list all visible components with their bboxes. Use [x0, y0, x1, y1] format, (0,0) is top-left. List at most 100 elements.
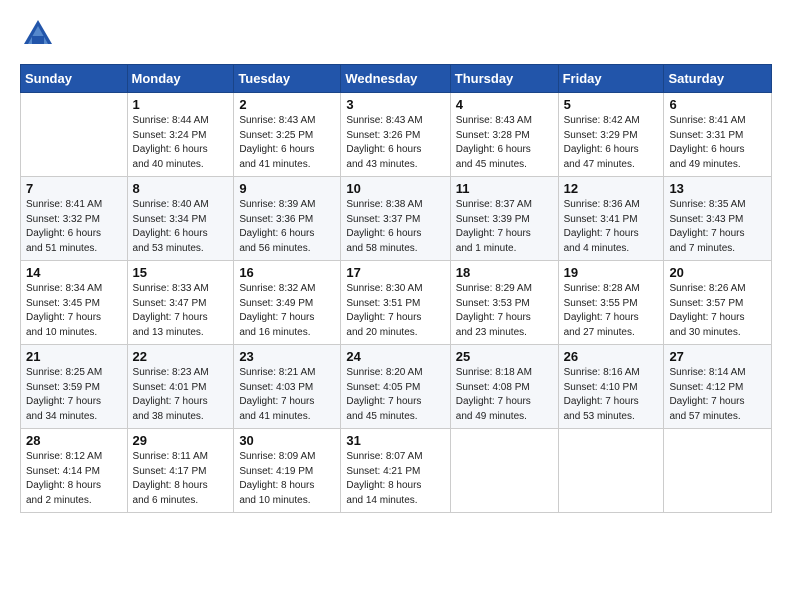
calendar-week-row: 7 Sunrise: 8:41 AM Sunset: 3:32 PM Daylig… — [21, 177, 772, 261]
day-number: 4 — [456, 97, 553, 112]
day-info: Sunrise: 8:07 AM Sunset: 4:21 PM Dayligh… — [346, 450, 444, 508]
calendar-week-row: 1Sunrise: 8:44 AM Sunset: 3:24 PM Daylig… — [21, 93, 772, 177]
day-info: Sunrise: 8:40 AM Sunset: 3:34 PM Dayligh… — [133, 198, 229, 256]
calendar-cell: 16 Sunrise: 8:32 AM Sunset: 3:49 PM Dayli… — [234, 261, 341, 345]
calendar-cell: 26 Sunrise: 8:16 AM Sunset: 4:10 PM Dayli… — [558, 345, 664, 429]
day-info: Sunrise: 8:44 AM Sunset: 3:24 PM Dayligh… — [133, 114, 229, 172]
header — [20, 16, 772, 52]
calendar-cell: 7 Sunrise: 8:41 AM Sunset: 3:32 PM Daylig… — [21, 177, 128, 261]
calendar-cell — [558, 429, 664, 513]
calendar-cell: 4 Sunrise: 8:43 AM Sunset: 3:28 PM Daylig… — [450, 93, 558, 177]
day-info: Sunrise: 8:16 AM Sunset: 4:10 PM Dayligh… — [564, 366, 659, 424]
day-info: Sunrise: 8:34 AM Sunset: 3:45 PM Dayligh… — [26, 282, 122, 340]
day-number: 14 — [26, 265, 122, 280]
calendar-cell: 30Sunrise: 8:09 AM Sunset: 4:19 PM Dayli… — [234, 429, 341, 513]
calendar-table: SundayMondayTuesdayWednesdayThursdayFrid… — [20, 64, 772, 513]
calendar-header-row: SundayMondayTuesdayWednesdayThursdayFrid… — [21, 65, 772, 93]
day-info: Sunrise: 8:39 AM Sunset: 3:36 PM Dayligh… — [239, 198, 335, 256]
day-info: Sunrise: 8:37 AM Sunset: 3:39 PM Dayligh… — [456, 198, 553, 256]
day-info: Sunrise: 8:26 AM Sunset: 3:57 PM Dayligh… — [669, 282, 766, 340]
day-info: Sunrise: 8:32 AM Sunset: 3:49 PM Dayligh… — [239, 282, 335, 340]
day-number: 13 — [669, 181, 766, 196]
day-number: 29 — [133, 433, 229, 448]
logo — [20, 16, 60, 52]
day-info: Sunrise: 8:14 AM Sunset: 4:12 PM Dayligh… — [669, 366, 766, 424]
day-number: 11 — [456, 181, 553, 196]
day-info: Sunrise: 8:43 AM Sunset: 3:25 PM Dayligh… — [239, 114, 335, 172]
day-number: 6 — [669, 97, 766, 112]
calendar-cell: 20 Sunrise: 8:26 AM Sunset: 3:57 PM Dayli… — [664, 261, 772, 345]
day-number: 24 — [346, 349, 444, 364]
day-number: 16 — [239, 265, 335, 280]
day-number: 27 — [669, 349, 766, 364]
weekday-header: Sunday — [21, 65, 128, 93]
logo-icon — [20, 16, 56, 52]
calendar-cell: 15Sunrise: 8:33 AM Sunset: 3:47 PM Dayli… — [127, 261, 234, 345]
calendar-cell: 29 Sunrise: 8:11 AM Sunset: 4:17 PM Dayli… — [127, 429, 234, 513]
day-info: Sunrise: 8:41 AM Sunset: 3:31 PM Dayligh… — [669, 114, 766, 172]
calendar-cell: 1Sunrise: 8:44 AM Sunset: 3:24 PM Daylig… — [127, 93, 234, 177]
day-info: Sunrise: 8:41 AM Sunset: 3:32 PM Dayligh… — [26, 198, 122, 256]
day-number: 21 — [26, 349, 122, 364]
day-number: 31 — [346, 433, 444, 448]
day-info: Sunrise: 8:20 AM Sunset: 4:05 PM Dayligh… — [346, 366, 444, 424]
day-number: 28 — [26, 433, 122, 448]
weekday-header: Thursday — [450, 65, 558, 93]
day-info: Sunrise: 8:12 AM Sunset: 4:14 PM Dayligh… — [26, 450, 122, 508]
weekday-header: Friday — [558, 65, 664, 93]
calendar-cell — [21, 93, 128, 177]
day-number: 7 — [26, 181, 122, 196]
day-number: 26 — [564, 349, 659, 364]
day-number: 9 — [239, 181, 335, 196]
day-info: Sunrise: 8:11 AM Sunset: 4:17 PM Dayligh… — [133, 450, 229, 508]
calendar-cell: 13 Sunrise: 8:35 AM Sunset: 3:43 PM Dayli… — [664, 177, 772, 261]
weekday-header: Wednesday — [341, 65, 450, 93]
page: SundayMondayTuesdayWednesdayThursdayFrid… — [0, 0, 792, 612]
calendar-cell: 21 Sunrise: 8:25 AM Sunset: 3:59 PM Dayli… — [21, 345, 128, 429]
calendar-cell: 2 Sunrise: 8:43 AM Sunset: 3:25 PM Daylig… — [234, 93, 341, 177]
day-number: 23 — [239, 349, 335, 364]
day-number: 5 — [564, 97, 659, 112]
calendar-cell: 6 Sunrise: 8:41 AM Sunset: 3:31 PM Daylig… — [664, 93, 772, 177]
day-number: 15 — [133, 265, 229, 280]
day-info: Sunrise: 8:30 AM Sunset: 3:51 PM Dayligh… — [346, 282, 444, 340]
calendar-cell: 25Sunrise: 8:18 AM Sunset: 4:08 PM Dayli… — [450, 345, 558, 429]
day-info: Sunrise: 8:29 AM Sunset: 3:53 PM Dayligh… — [456, 282, 553, 340]
calendar-week-row: 28 Sunrise: 8:12 AM Sunset: 4:14 PM Dayli… — [21, 429, 772, 513]
calendar-cell: 17Sunrise: 8:30 AM Sunset: 3:51 PM Dayli… — [341, 261, 450, 345]
day-number: 3 — [346, 97, 444, 112]
weekday-header: Saturday — [664, 65, 772, 93]
calendar-cell — [664, 429, 772, 513]
calendar-cell: 5Sunrise: 8:42 AM Sunset: 3:29 PM Daylig… — [558, 93, 664, 177]
day-info: Sunrise: 8:09 AM Sunset: 4:19 PM Dayligh… — [239, 450, 335, 508]
day-info: Sunrise: 8:28 AM Sunset: 3:55 PM Dayligh… — [564, 282, 659, 340]
day-info: Sunrise: 8:25 AM Sunset: 3:59 PM Dayligh… — [26, 366, 122, 424]
calendar-cell: 28 Sunrise: 8:12 AM Sunset: 4:14 PM Dayli… — [21, 429, 128, 513]
calendar-cell: 10 Sunrise: 8:38 AM Sunset: 3:37 PM Dayli… — [341, 177, 450, 261]
day-number: 8 — [133, 181, 229, 196]
calendar-cell: 22Sunrise: 8:23 AM Sunset: 4:01 PM Dayli… — [127, 345, 234, 429]
calendar-cell: 31 Sunrise: 8:07 AM Sunset: 4:21 PM Dayli… — [341, 429, 450, 513]
day-info: Sunrise: 8:21 AM Sunset: 4:03 PM Dayligh… — [239, 366, 335, 424]
day-number: 18 — [456, 265, 553, 280]
calendar-cell: 11 Sunrise: 8:37 AM Sunset: 3:39 PM Dayli… — [450, 177, 558, 261]
day-number: 20 — [669, 265, 766, 280]
day-info: Sunrise: 8:43 AM Sunset: 3:28 PM Dayligh… — [456, 114, 553, 172]
day-number: 22 — [133, 349, 229, 364]
day-number: 12 — [564, 181, 659, 196]
day-number: 2 — [239, 97, 335, 112]
weekday-header: Monday — [127, 65, 234, 93]
calendar-cell: 24 Sunrise: 8:20 AM Sunset: 4:05 PM Dayli… — [341, 345, 450, 429]
calendar-cell: 8 Sunrise: 8:40 AM Sunset: 3:34 PM Daylig… — [127, 177, 234, 261]
day-number: 25 — [456, 349, 553, 364]
day-info: Sunrise: 8:35 AM Sunset: 3:43 PM Dayligh… — [669, 198, 766, 256]
weekday-header: Tuesday — [234, 65, 341, 93]
day-number: 10 — [346, 181, 444, 196]
calendar-cell: 23 Sunrise: 8:21 AM Sunset: 4:03 PM Dayli… — [234, 345, 341, 429]
calendar-cell: 19Sunrise: 8:28 AM Sunset: 3:55 PM Dayli… — [558, 261, 664, 345]
day-info: Sunrise: 8:38 AM Sunset: 3:37 PM Dayligh… — [346, 198, 444, 256]
calendar-cell: 12 Sunrise: 8:36 AM Sunset: 3:41 PM Dayli… — [558, 177, 664, 261]
calendar-week-row: 14 Sunrise: 8:34 AM Sunset: 3:45 PM Dayli… — [21, 261, 772, 345]
day-info: Sunrise: 8:36 AM Sunset: 3:41 PM Dayligh… — [564, 198, 659, 256]
calendar-cell: 27 Sunrise: 8:14 AM Sunset: 4:12 PM Dayli… — [664, 345, 772, 429]
